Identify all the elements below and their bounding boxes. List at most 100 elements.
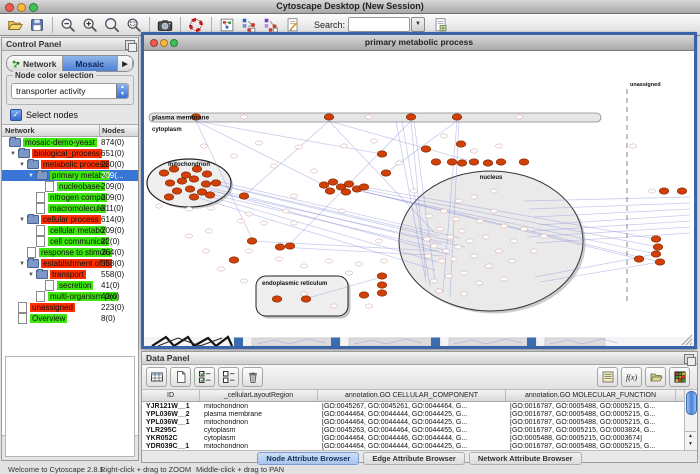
network-tree-item[interactable]: ▼metabolic process280(0) [2, 159, 138, 170]
zoom-out-button[interactable] [57, 15, 79, 35]
select-attributes-icon [198, 370, 212, 384]
tree-item-label: biological_process [32, 149, 102, 158]
selected-gene-node [469, 159, 479, 165]
float-panel-icon[interactable] [125, 40, 135, 50]
gene-node [237, 219, 244, 223]
selected-gene-node [202, 171, 212, 177]
select-nodes-label: Select nodes [26, 110, 78, 120]
status-bar: Welcome to Cytoscape 2.8.1 Right-click +… [0, 463, 700, 474]
window-titlebar: Cytoscape Desktop (New Session) [0, 0, 700, 14]
gene-node [490, 189, 497, 193]
network-tree-item[interactable]: secretion41(0) [2, 280, 138, 291]
gene-node [442, 249, 449, 253]
network-tree-item[interactable]: nucleobase-209(0) [2, 181, 138, 192]
open-session-button[interactable] [4, 15, 26, 35]
selected-gene-node [319, 182, 329, 188]
new-attribute-button[interactable] [170, 367, 191, 387]
gene-node [230, 154, 237, 158]
tree-column-nodes[interactable]: Nodes [99, 125, 138, 136]
network-tree-item[interactable]: unassigned223(0) [2, 302, 138, 313]
table-row[interactable]: YPL036W__1mitochondrion[GO:0044464, GO:0… [142, 418, 697, 426]
table-column-header[interactable]: _cellularLayoutRegion [200, 390, 318, 401]
tree-column-network[interactable]: Network [2, 125, 99, 136]
disclosure-triangle-icon[interactable]: ▼ [2, 217, 25, 223]
gene-node [380, 259, 387, 263]
float-panel-icon[interactable] [684, 354, 694, 364]
disclosure-triangle-icon[interactable]: ▼ [2, 151, 16, 157]
table-row[interactable]: YPL036W__2plasma membrane[GO:0044464, GO… [142, 410, 697, 418]
tab-mosaic-label: Mosaic [75, 59, 104, 69]
selected-gene-node [185, 186, 195, 192]
gene-node [325, 259, 332, 263]
select-attributes-button[interactable] [194, 367, 215, 387]
network-tree-item[interactable]: ▼primary metabo209(... [2, 170, 138, 181]
gene-node [508, 259, 515, 263]
background-window-frame [331, 338, 340, 347]
selected-gene-node [189, 194, 199, 200]
import-attribute-file-button[interactable] [645, 367, 666, 387]
selected-gene-node [301, 296, 311, 302]
table-column-header[interactable]: annotation.GO CELLULAR_COMPONENT [318, 390, 506, 401]
open-folder-icon [6, 16, 24, 34]
gene-node [485, 264, 492, 268]
disclosure-triangle-icon[interactable]: ▼ [2, 173, 34, 179]
zoom-in-button[interactable] [79, 15, 101, 35]
disclosure-triangle-icon[interactable]: ▼ [2, 261, 25, 267]
table-scrollbar[interactable]: ▲▼ [684, 390, 697, 450]
file-icon [27, 247, 36, 258]
table-row[interactable]: YJR121W__1mitochondrion[GO:0045267, GO:0… [142, 402, 697, 410]
table-row[interactable]: YKR052Ccytoplasm[GO:0044464, GO:0044446,… [142, 434, 697, 442]
tree-item-label: nitrogen compo [48, 193, 107, 202]
function-icon: f(x) [625, 370, 639, 384]
edit-attribute-button[interactable] [597, 367, 618, 387]
network-canvas[interactable]: plasma membranecytoplasmmitochondrionnuc… [144, 51, 694, 346]
tree-item-node-count: 558(0) [101, 259, 137, 268]
zoom-fit-button[interactable] [101, 15, 123, 35]
search-input[interactable] [348, 17, 410, 32]
gene-node [629, 144, 636, 148]
disclosure-triangle-icon[interactable]: ▼ [2, 162, 25, 168]
heatmap-button[interactable] [669, 367, 690, 387]
network-tree-item[interactable]: cellular metabo209(0) [2, 225, 138, 236]
gene-node [275, 257, 282, 261]
network-tree-item[interactable]: macromolecule311(0) [2, 203, 138, 214]
disclosure-triangle-icon[interactable]: ▼ [2, 272, 34, 278]
selected-gene-node [651, 251, 661, 257]
gene-node [466, 239, 473, 243]
tab-network[interactable]: Network [7, 56, 63, 71]
select-nodes-checkbox[interactable]: ✓ [10, 109, 22, 121]
node-color-dropdown[interactable]: transporter activity ▲▼ [11, 83, 129, 99]
network-tree-item[interactable]: ▼establishment of lo558(0) [2, 258, 138, 269]
unselect-attributes-button[interactable] [218, 367, 239, 387]
network-tree-item[interactable]: nitrogen compo209(0) [2, 192, 138, 203]
scrollbar-arrows[interactable]: ▲▼ [685, 431, 696, 450]
tab-overflow-arrow[interactable]: ▶ [118, 56, 133, 71]
gene-node [648, 189, 655, 193]
network-tree-item[interactable]: ▼cellular process614(0) [2, 214, 138, 225]
gene-node [490, 209, 497, 213]
table-cell: mitochondrion [200, 419, 318, 426]
network-tree-item[interactable]: response to stimulu264(0) [2, 247, 138, 258]
network-tree-item[interactable]: multi-organism pro42(0) [2, 291, 138, 302]
network-tree-item[interactable]: ▼transport558(0) [2, 269, 138, 280]
network-tree-item[interactable]: cell communicat22(0) [2, 236, 138, 247]
scrollbar-thumb[interactable] [686, 391, 697, 415]
attribute-table-button[interactable] [146, 367, 167, 387]
search-dropdown-button[interactable]: ▼ [411, 17, 425, 32]
gene-node [370, 139, 377, 143]
table-row[interactable]: YDR039C__1mitochondrion[GO:0044464, GO:0… [142, 442, 697, 450]
select-nodes-row: ✓ Select nodes [10, 109, 132, 121]
save-session-button[interactable] [26, 15, 48, 35]
gene-node [470, 149, 477, 153]
table-column-header[interactable]: annotation.GO MOLECULAR_FUNCTION [506, 390, 676, 401]
attribute-function-button[interactable]: f(x) [621, 367, 642, 387]
tree-item-label: transport [50, 270, 86, 279]
network-tree-item[interactable]: mosaic-demo-yeast874(0) [2, 137, 138, 148]
tab-mosaic[interactable]: Mosaic [63, 56, 119, 71]
network-tree-item[interactable]: ▼biological_process651(0) [2, 148, 138, 159]
table-column-header[interactable]: ID [142, 390, 200, 401]
network-tree-item[interactable]: Overview8(0) [2, 313, 138, 324]
table-row[interactable]: YLR295Ccytoplasm[GO:0045263, GO:0044464,… [142, 426, 697, 434]
gene-node [430, 244, 437, 248]
delete-attribute-button[interactable] [242, 367, 263, 387]
